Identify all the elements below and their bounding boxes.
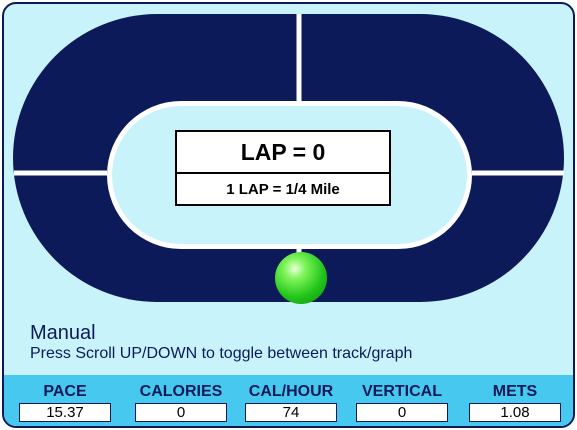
stat-label: CAL/HOUR — [248, 383, 334, 400]
stat-value: 15.37 — [19, 403, 111, 422]
stat-value: 0 — [135, 403, 227, 422]
lap-count: LAP = 0 — [177, 132, 389, 174]
stat-label: CALORIES — [139, 383, 223, 400]
stat-cal-hour: CAL/HOUR 74 — [243, 375, 339, 422]
lap-counter-box: LAP = 0 1 LAP = 1/4 Mile — [175, 130, 391, 206]
stat-value: 74 — [245, 403, 337, 422]
green-ball-icon — [275, 252, 327, 304]
stat-vertical: VERTICAL 0 — [354, 375, 450, 422]
stat-pace: PACE 15.37 — [17, 375, 113, 422]
lap-distance-info: 1 LAP = 1/4 Mile — [226, 181, 340, 198]
stat-calories: CALORIES 0 — [133, 375, 229, 422]
stat-mets: METS 1.08 — [467, 375, 563, 422]
stat-label: VERTICAL — [362, 383, 442, 400]
stat-label: METS — [492, 383, 538, 400]
toggle-hint-text: Press Scroll UP/DOWN to toggle between t… — [30, 345, 413, 362]
stats-bar: PACE 15.37 CALORIES 0 CAL/HOUR 74 VERTIC… — [4, 375, 573, 426]
workout-mode-label: Manual — [30, 322, 96, 344]
display-screen: LAP = 0 1 LAP = 1/4 Mile Manual Press Sc… — [2, 2, 575, 428]
stat-value: 1.08 — [469, 403, 561, 422]
stat-label: PACE — [43, 383, 87, 400]
stat-value: 0 — [356, 403, 448, 422]
